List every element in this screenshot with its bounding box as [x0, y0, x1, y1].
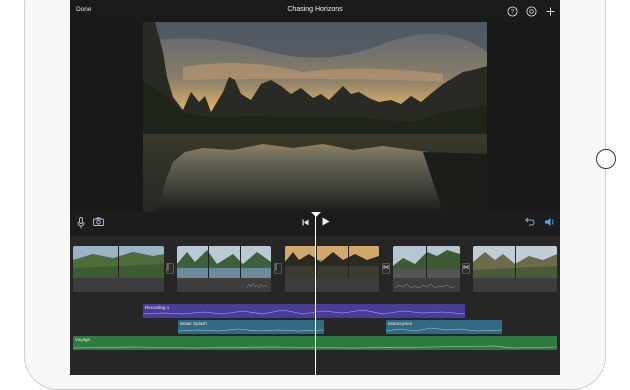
camera-icon[interactable]: [93, 217, 104, 230]
viewer-right-margin: [487, 22, 560, 212]
plus-icon[interactable]: [545, 6, 556, 17]
gear-icon[interactable]: [526, 6, 537, 17]
clip-audio-waveform: [393, 278, 460, 292]
video-clip[interactable]: [473, 246, 557, 292]
audio-clip-motorcycles[interactable]: Motorcycles: [386, 320, 502, 334]
sunset-karst-landscape: [143, 22, 487, 212]
audio-clip-water-splash[interactable]: Water Splash: [178, 320, 324, 334]
transition-dissolve-icon[interactable]: ▏: [166, 263, 174, 274]
microphone-icon[interactable]: [77, 217, 85, 233]
video-clip[interactable]: [73, 246, 164, 292]
audio-waveform: [143, 309, 465, 315]
video-clip[interactable]: [177, 246, 271, 292]
audio-clip-recording[interactable]: Recording 1: [143, 304, 465, 318]
audio-settings-icon[interactable]: [544, 217, 555, 231]
viewer-left-margin: [70, 22, 143, 212]
clip-audio-waveform: [73, 278, 164, 292]
video-preview[interactable]: [143, 22, 487, 212]
question-circle-icon[interactable]: ?: [507, 6, 518, 17]
transition-bowtie-icon[interactable]: ⋈: [462, 263, 470, 274]
audio-waveform: [178, 328, 324, 332]
project-title: Chasing Horizons: [287, 6, 343, 13]
home-button[interactable]: [596, 149, 616, 169]
clip-thumbnail: [177, 246, 271, 278]
svg-text:?: ?: [511, 10, 515, 16]
clip-thumbnail: [473, 246, 557, 278]
playhead[interactable]: [315, 215, 316, 375]
clip-thumbnail: [73, 246, 164, 278]
video-clip[interactable]: [393, 246, 460, 292]
top-bar: Done Chasing Horizons ?: [70, 0, 560, 24]
playhead-marker[interactable]: [311, 212, 321, 217]
transition-bowtie-icon[interactable]: ⋈: [382, 263, 390, 274]
clip-audio-waveform: [473, 278, 557, 292]
clip-thumbnail: [393, 246, 460, 278]
audio-waveform: [386, 327, 502, 332]
undo-icon[interactable]: [525, 217, 535, 230]
clip-audio-waveform: [177, 278, 271, 292]
play-icon[interactable]: [322, 217, 330, 230]
transition-dissolve-icon[interactable]: ▏: [274, 263, 282, 274]
clip-thumbnail: [285, 246, 379, 278]
video-clip[interactable]: [285, 246, 379, 292]
clip-audio-waveform: [285, 278, 379, 292]
app-screen: Done Chasing Horizons ? ▏ ▏ ⋈ ⋈ Recordin…: [70, 0, 560, 375]
skip-to-start-icon[interactable]: [302, 218, 309, 230]
